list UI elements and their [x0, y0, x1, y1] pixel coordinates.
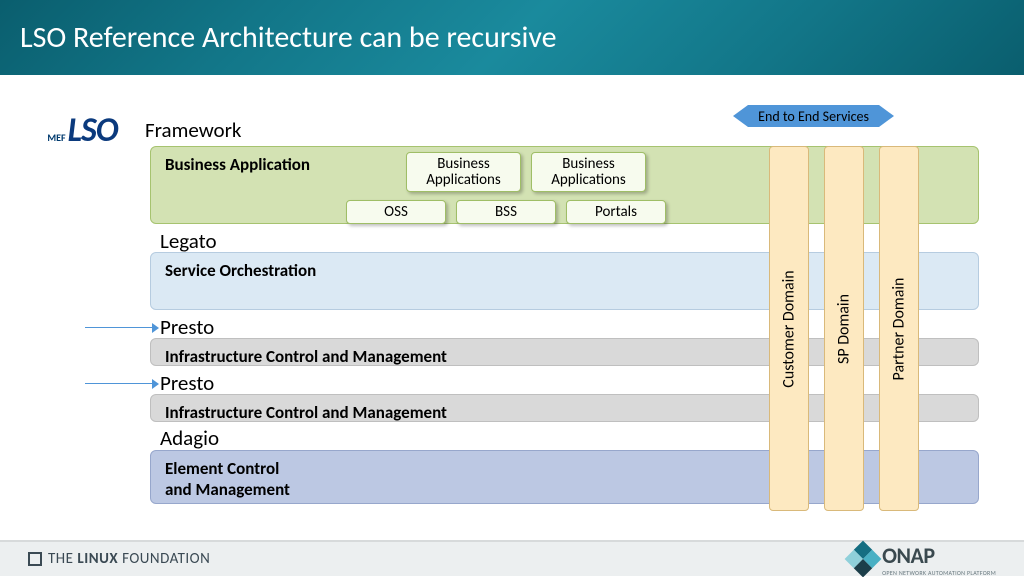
- interface-adagio: Adagio: [160, 425, 219, 451]
- domain-customer: Customer Domain: [769, 146, 809, 511]
- logo-lso-text: LSO: [68, 110, 118, 151]
- e2e-arrow-label: End to End Services: [758, 108, 869, 125]
- lf-text-linux: LINUX: [77, 550, 118, 568]
- onap-subtext: OPEN NETWORK AUTOMATION PLATFORM: [882, 569, 996, 577]
- onap-logo: ONAP OPEN NETWORK AUTOMATION PLATFORM: [850, 542, 996, 577]
- logo-mef-text: MEF: [47, 131, 65, 144]
- linux-foundation-logo: THE LINUX FOUNDATION: [28, 550, 210, 568]
- slide-header: LSO Reference Architecture can be recurs…: [0, 0, 1024, 75]
- interface-presto-1: Presto: [160, 314, 214, 340]
- layer-service-orchestration-title: Service Orchestration: [165, 260, 316, 281]
- interface-presto-2: Presto: [160, 370, 214, 396]
- framework-label: Framework: [145, 117, 241, 143]
- subbox-portals: Portals: [566, 200, 666, 224]
- subbox-business-applications-2: BusinessApplications: [531, 152, 646, 192]
- slide-footer: THE LINUX FOUNDATION ONAP OPEN NETWORK A…: [0, 540, 1024, 576]
- connector-arrow-presto-2: [85, 383, 153, 384]
- onap-mark-icon: [845, 541, 882, 577]
- domain-partner: Partner Domain: [879, 146, 919, 511]
- onap-text: ONAP: [882, 542, 996, 569]
- slide-title: LSO Reference Architecture can be recurs…: [20, 19, 557, 56]
- lf-text-the: THE: [48, 550, 73, 568]
- layer-icm-1-title: Infrastructure Control and Management: [165, 346, 447, 367]
- mef-lso-logo: MEF LSO: [25, 110, 140, 151]
- layer-element-control-title: Element Controland Management: [165, 458, 290, 500]
- interface-legato: Legato: [160, 228, 217, 254]
- subbox-bss: BSS: [456, 200, 556, 224]
- end-to-end-services-arrow: End to End Services: [748, 105, 879, 127]
- lf-text-foundation: FOUNDATION: [122, 550, 210, 568]
- layer-business-application-title: Business Application: [165, 154, 310, 175]
- lf-square-icon: [28, 552, 42, 566]
- layer-icm-2-title: Infrastructure Control and Management: [165, 402, 447, 423]
- subbox-oss: OSS: [346, 200, 446, 224]
- domain-sp: SP Domain: [824, 146, 864, 511]
- subbox-business-applications-1: BusinessApplications: [406, 152, 521, 192]
- connector-arrow-presto-1: [85, 327, 153, 328]
